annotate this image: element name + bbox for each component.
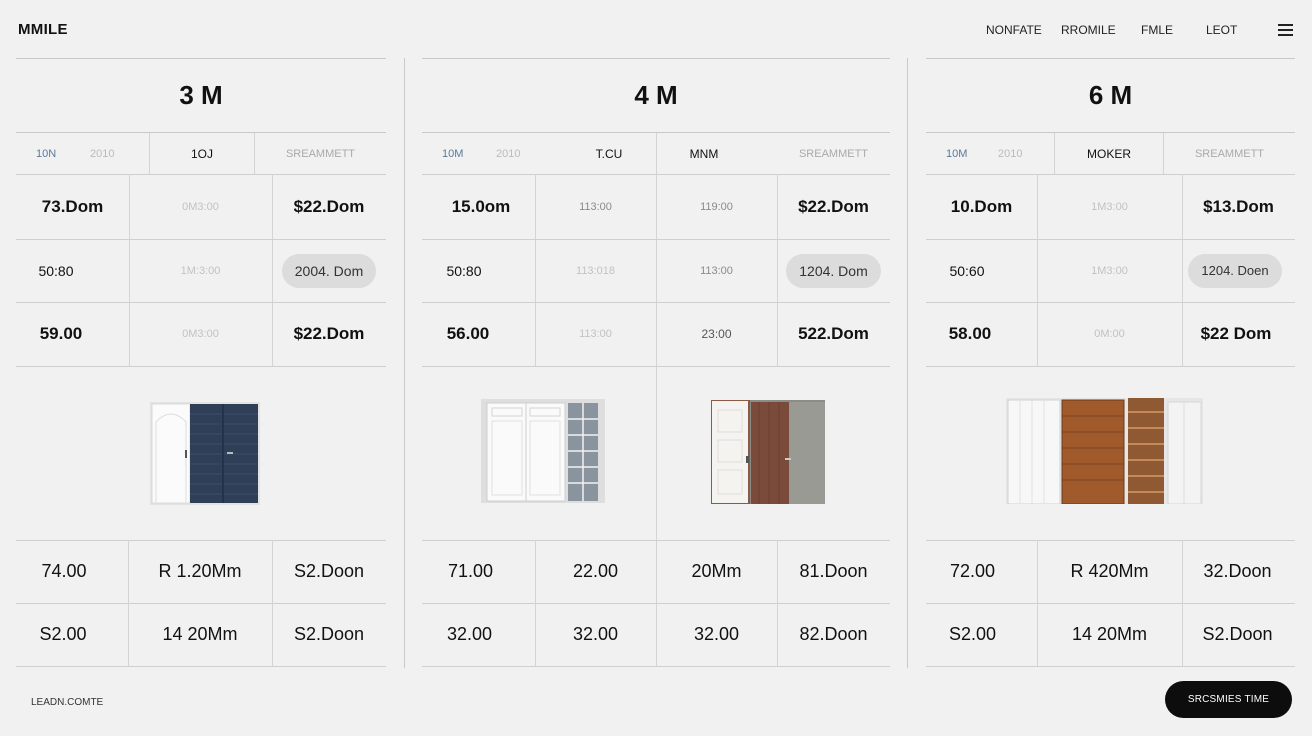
cta-button[interactable]: SRCSMIES TIME (1165, 681, 1292, 718)
time-value: 50:60 (949, 262, 985, 279)
price-value: 56.00 (446, 324, 490, 343)
bottom-value: S2.00 (39, 624, 87, 644)
bottom-value: 71.00 (447, 561, 494, 581)
muted-value: 0M:00 (1094, 328, 1125, 340)
bottom-value: 32.00 (572, 624, 619, 644)
nav-link-4[interactable]: LEOT (1206, 23, 1237, 37)
price-pill[interactable]: 2004. Dom (281, 253, 377, 288)
price-pill-wrap: 2004. Dom (272, 239, 386, 302)
price-value: 522.Dom (798, 324, 869, 343)
bottom-value: R 1.20Mm (158, 561, 242, 581)
price-value: 58.00 (948, 324, 992, 343)
nav-link-3[interactable]: FMLE (1141, 23, 1173, 37)
muted-value: 119:00 (700, 200, 733, 213)
muted-value: 113:00 (700, 264, 733, 277)
price-value: $22 Dom (1200, 324, 1272, 343)
time-value: 50:80 (446, 262, 482, 279)
bottom-value: 72.00 (949, 561, 996, 581)
bottom-value: R 420Mm (1070, 561, 1149, 581)
wood-door-image (711, 400, 825, 504)
sub-header-label: 1OJ (190, 146, 213, 161)
price-value: 15.0om (451, 196, 511, 216)
door-image (150, 402, 260, 505)
muted-value: 1M3:00 (1091, 264, 1128, 277)
bottom-value: S2.Doon (293, 624, 365, 644)
bottom-value: 81.Doon (799, 561, 868, 581)
muted-value: 0M3:00 (182, 328, 219, 340)
bottom-value: 32.00 (693, 624, 740, 644)
muted-value: 1M:3:00 (180, 264, 221, 277)
french-door-image (481, 399, 605, 503)
column-divider (907, 58, 908, 668)
bottom-value: 82.Doon (799, 624, 868, 644)
price-pill-wrap: 1204. Dom (777, 239, 890, 302)
column-3m: 3 M 10N 2010 1OJ SREAMMETT 73.Dom 0M3:00… (16, 58, 386, 668)
price-value: $22.Dom (798, 196, 869, 216)
price-value: $22.Dom (293, 196, 365, 216)
column-title: 3 M (16, 58, 386, 133)
muted-value: 113:018 (576, 264, 615, 277)
column-4m: 4 M 10M 2010 T.CU MNM SREAMMETT 15.0om 1… (422, 58, 890, 668)
sub-header-label: T.CU (595, 146, 623, 161)
bottom-value: 20Mm (691, 561, 742, 581)
bottom-value: 14 20Mm (162, 624, 238, 644)
door-collection-image (1006, 398, 1203, 504)
sub-header-label: 10N (36, 147, 57, 160)
nav-link-2[interactable]: RROMILE (1061, 23, 1116, 37)
muted-value: 1M3:00 (1091, 200, 1128, 213)
sub-header-label: 10M (442, 147, 464, 160)
nav-link-1[interactable]: NONFATE (986, 23, 1042, 37)
sub-header-label: 10M (946, 147, 968, 160)
price-value: 59.00 (39, 324, 83, 343)
bottom-value: S2.00 (948, 624, 997, 644)
price-pill[interactable]: 1204. Doen (1188, 253, 1282, 288)
sub-header-label: 2010 (496, 147, 521, 160)
bottom-value: 74.00 (41, 561, 87, 581)
sub-header-label: SREAMMETT (1194, 147, 1265, 160)
price-pill-wrap: 1204. Doen (1182, 239, 1288, 302)
column-divider (404, 58, 405, 668)
column-title: 6 M (926, 58, 1295, 133)
sub-header-label: SREAMMETT (798, 147, 869, 160)
price-pill[interactable]: 1204. Dom (786, 253, 881, 288)
sub-header-label: SREAMMETT (285, 147, 356, 160)
muted-value: 0M3:00 (182, 200, 219, 213)
column-title: 4 M (422, 58, 890, 133)
bottom-value: 14 20Mm (1071, 624, 1148, 644)
bottom-value: S2.Doon (1202, 624, 1273, 644)
price-value: $22.Dom (293, 324, 365, 343)
time-value: 50:80 (38, 262, 74, 279)
bottom-value: S2.Doon (293, 561, 365, 581)
brand-logo[interactable]: MMILE (18, 21, 68, 38)
bottom-value: 32.Doon (1203, 561, 1272, 581)
sub-header-label: 2010 (90, 147, 115, 160)
muted-value: 113:00 (579, 200, 612, 213)
sub-header-label: 2010 (998, 147, 1023, 160)
footer-link[interactable]: LEADN.COMTE (31, 697, 103, 708)
bottom-value: 22.00 (572, 561, 619, 581)
bottom-value: 32.00 (446, 624, 493, 644)
muted-value: 113:00 (579, 328, 612, 340)
price-value: 73.Dom (41, 196, 104, 216)
sub-header-label: MNM (689, 146, 719, 161)
hamburger-menu-icon[interactable] (1278, 24, 1294, 36)
muted-value: 23:00 (701, 327, 732, 341)
sub-header-label: MOKER (1086, 146, 1131, 161)
price-value: $13.Dom (1203, 196, 1274, 216)
price-value: 10.Dom (950, 196, 1013, 216)
column-6m: 6 M 10M 2010 MOKER SREAMMETT 10.Dom 1M3:… (926, 58, 1295, 668)
